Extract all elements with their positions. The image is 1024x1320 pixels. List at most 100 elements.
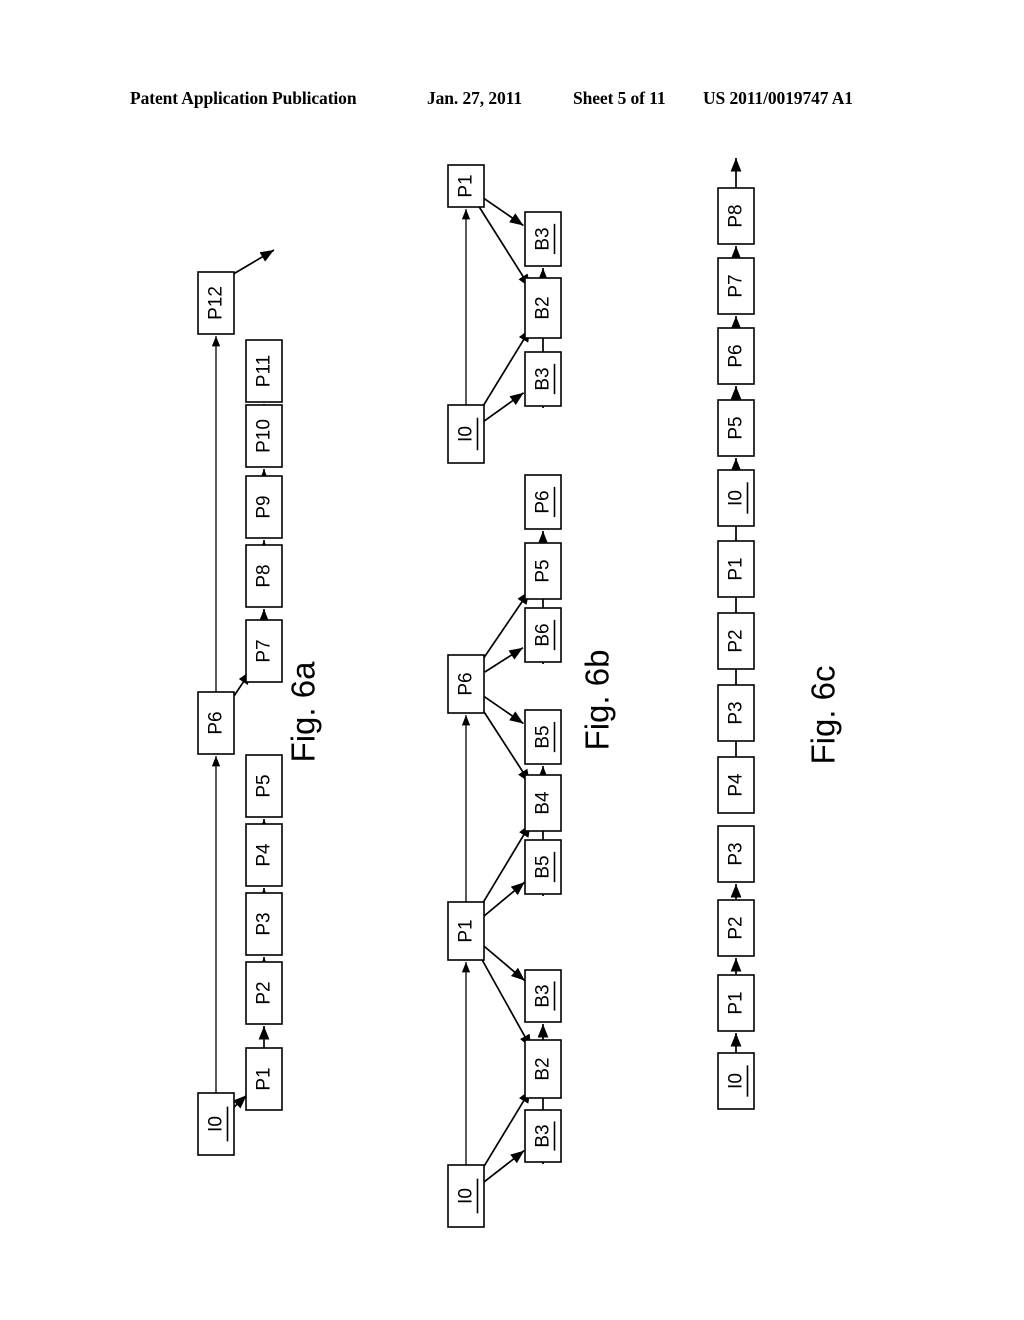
edge-b_P6_mid-to-b_B4 xyxy=(477,702,531,784)
node-label: P6 xyxy=(206,711,227,734)
node-label: P4 xyxy=(726,773,747,797)
node-label: I0 xyxy=(206,1116,227,1132)
node-label: B3 xyxy=(533,227,554,250)
node-label: P2 xyxy=(726,629,747,652)
node-a_P11: P11 xyxy=(245,339,283,403)
node-c_P2_bot: P2 xyxy=(717,899,755,957)
edge-b_P1_mid-to-b_B2_bot xyxy=(476,950,533,1049)
node-label: P5 xyxy=(726,416,747,439)
node-label: P7 xyxy=(726,274,747,297)
node-a_P3: P3 xyxy=(245,892,283,956)
node-b_B2_top: B2 xyxy=(524,277,562,339)
node-label: P11 xyxy=(254,355,275,387)
node-label: P3 xyxy=(254,912,275,935)
node-label: P6 xyxy=(726,344,747,367)
nodes-layer: I0 P1 P2 P3 P4 P5 P6 P7 P8 P9 P10 P11 P12 I0 B3 B2 B3 P1 B… xyxy=(197,164,755,1228)
node-b_B2_bot: B2 xyxy=(524,1039,562,1099)
node-label: P5 xyxy=(254,774,275,797)
node-c_P6: P6 xyxy=(717,327,755,385)
node-a_P5: P5 xyxy=(245,754,283,818)
edge-b_P1_mid-to-b_B5_low xyxy=(482,881,526,918)
node-b_B5_low: B5 xyxy=(524,839,562,895)
node-c_P3_bot: P3 xyxy=(717,825,755,883)
node-c_P3_up: P3 xyxy=(717,684,755,742)
node-label: I0 xyxy=(456,426,477,442)
captions-layer: Fig. 6a Fig. 6b Fig. 6c xyxy=(285,650,842,765)
edge-b_P1_mid-to-b_B3_b2 xyxy=(482,944,526,982)
node-label: P3 xyxy=(726,842,747,865)
edge-exit xyxy=(229,249,275,277)
node-label: B5 xyxy=(533,855,554,878)
node-label: B5 xyxy=(533,725,554,748)
node-label: P4 xyxy=(254,843,275,867)
node-b_P5: P5 xyxy=(524,542,562,600)
node-c_I0_bot: I0 xyxy=(717,1052,755,1110)
edge-b_I0_top-to-b_B2_top xyxy=(476,327,532,416)
node-label: P8 xyxy=(726,204,747,227)
node-label: P6 xyxy=(533,490,554,513)
node-label: P9 xyxy=(254,495,275,518)
edge-b_P1_top-to-b_B3_top xyxy=(483,197,524,227)
node-b_P1_mid: P1 xyxy=(447,901,485,961)
node-label: P5 xyxy=(533,559,554,582)
node-label: P1 xyxy=(726,991,747,1014)
node-b_B6: B6 xyxy=(524,607,562,663)
node-a_P12: P12 xyxy=(197,271,235,335)
node-a_P4: P4 xyxy=(245,823,283,887)
node-c_P7: P7 xyxy=(717,257,755,315)
node-label: P2 xyxy=(726,916,747,939)
node-b_B5_up: B5 xyxy=(524,709,562,765)
edge-b_P1_top-to-b_B2_top xyxy=(477,204,532,289)
node-b_B3_low2: B3 xyxy=(524,351,562,407)
node-label: P12 xyxy=(206,286,227,320)
node-a_P6: P6 xyxy=(197,691,235,755)
patent-diagram: I0 P1 P2 P3 P4 P5 P6 P7 P8 P9 P10 P11 P12 I0 B3 B2 B3 P1 B… xyxy=(197,158,842,1228)
caption-fig6a: Fig. 6a xyxy=(285,661,322,763)
edge-b_I0_top-to-b_B3_low2 xyxy=(483,392,525,422)
node-c_P1_bot: P1 xyxy=(717,974,755,1032)
node-a_P1: P1 xyxy=(245,1047,283,1111)
edge-b_P6_mid-to-b_B5_up xyxy=(483,695,524,725)
node-b_B3_top: B3 xyxy=(524,211,562,267)
node-b_I0_bot: I0 xyxy=(447,1164,485,1228)
node-b_P6_top: P6 xyxy=(524,474,562,530)
node-b_B4: B4 xyxy=(524,774,562,832)
node-label: B2 xyxy=(533,1057,554,1080)
edge-b_I0_bot-to-b_B2_bot xyxy=(476,1088,532,1178)
figure-canvas: I0 P1 P2 P3 P4 P5 P6 P7 P8 P9 P10 P11 P12 I0 B3 B2 B3 P1 B… xyxy=(0,0,1024,1320)
caption-fig6c: Fig. 6c xyxy=(805,665,842,764)
node-label: P8 xyxy=(254,564,275,587)
edge-b_P6_mid-to-b_P5 xyxy=(477,590,531,667)
node-b_B3_bot: B3 xyxy=(524,1109,562,1163)
node-c_P5: P5 xyxy=(717,399,755,457)
node-label: I0 xyxy=(456,1188,477,1204)
caption-fig6b: Fig. 6b xyxy=(579,650,616,751)
node-a_P2: P2 xyxy=(245,961,283,1025)
node-a_I0: I0 xyxy=(197,1092,235,1156)
node-label: B3 xyxy=(533,984,554,1007)
node-c_P1_up: P1 xyxy=(717,540,755,598)
node-label: B2 xyxy=(533,296,554,319)
patent-page: Patent Application Publication Jan. 27, … xyxy=(0,0,1024,1320)
node-label: P1 xyxy=(456,919,477,942)
node-label: P1 xyxy=(726,557,747,580)
node-b_B3_b2: B3 xyxy=(524,969,562,1023)
node-label: B3 xyxy=(533,1124,554,1147)
node-label: B6 xyxy=(533,623,554,646)
node-c_P8: P8 xyxy=(717,187,755,245)
node-c_P2_up: P2 xyxy=(717,612,755,670)
node-a_P10: P10 xyxy=(245,404,283,468)
node-label: P7 xyxy=(254,639,275,662)
node-a_P7: P7 xyxy=(245,619,283,683)
node-label: B4 xyxy=(533,791,554,815)
node-b_P1_top: P1 xyxy=(447,164,485,208)
node-c_P4: P4 xyxy=(717,756,755,814)
node-label: B3 xyxy=(533,367,554,390)
node-a_P9: P9 xyxy=(245,475,283,539)
node-label: P10 xyxy=(254,419,275,453)
node-a_P8: P8 xyxy=(245,544,283,608)
edge-b_P6_mid-to-b_B6 xyxy=(484,647,524,673)
node-label: P2 xyxy=(254,981,275,1004)
node-label: P6 xyxy=(456,672,477,695)
node-label: P1 xyxy=(254,1067,275,1090)
